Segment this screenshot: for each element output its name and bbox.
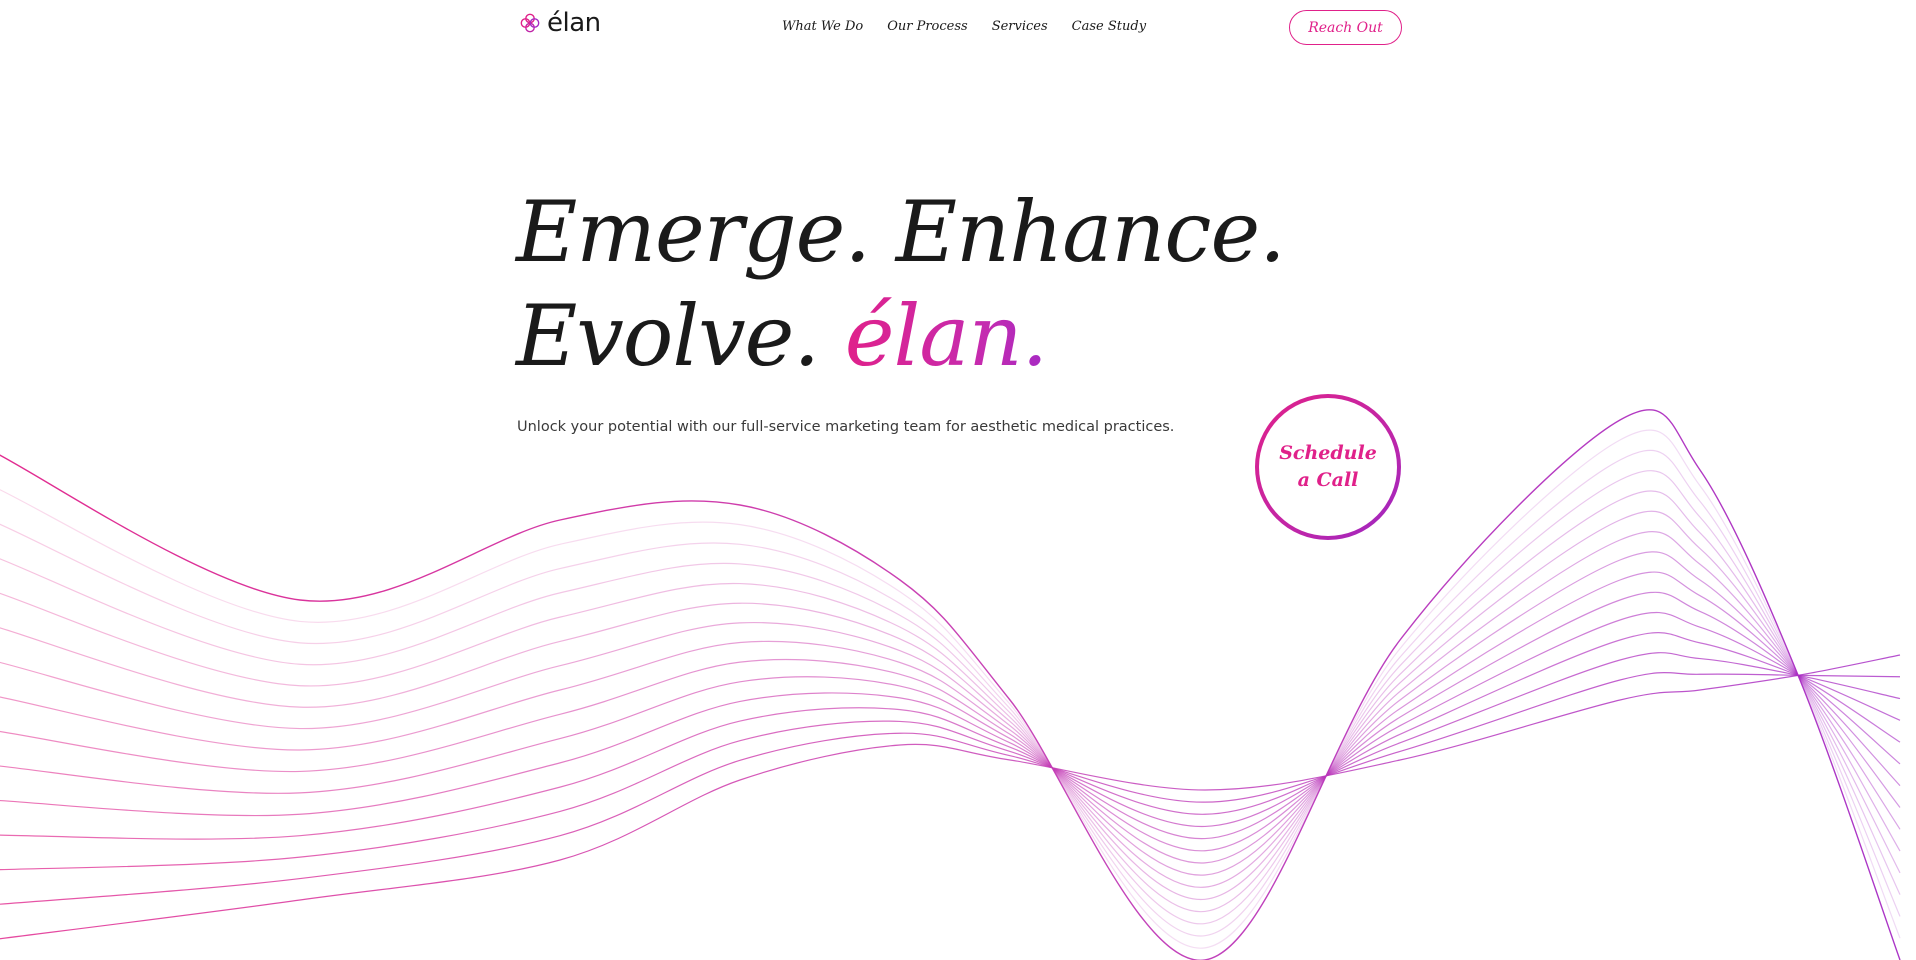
wave-line bbox=[0, 429, 1901, 949]
logo[interactable]: élan bbox=[519, 10, 601, 36]
nav-item-case-study[interactable]: Case Study bbox=[1072, 19, 1146, 34]
nav-item-what-we-do[interactable]: What We Do bbox=[782, 19, 863, 34]
decorative-wave-lines bbox=[0, 409, 1901, 960]
schedule-call-label: Schedule a Call bbox=[1279, 442, 1377, 491]
hero-title-brand: élan. bbox=[844, 287, 1048, 385]
nav-item-our-process[interactable]: Our Process bbox=[887, 19, 967, 34]
schedule-call-inner: Schedule a Call bbox=[1259, 398, 1397, 536]
wave-line bbox=[0, 591, 1901, 852]
hero-subtitle: Unlock your potential with our full-serv… bbox=[517, 419, 1175, 435]
schedule-call-button[interactable]: Schedule a Call bbox=[1255, 394, 1401, 540]
wave-line bbox=[0, 490, 1901, 913]
landing-page: élan What We Do Our Process Services Cas… bbox=[0, 0, 1916, 960]
site-header: élan What We Do Our Process Services Cas… bbox=[0, 0, 1916, 56]
main-nav: What We Do Our Process Services Case Stu… bbox=[782, 19, 1146, 34]
logo-text: élan bbox=[547, 8, 601, 38]
wave-line bbox=[0, 449, 1901, 937]
wave-line bbox=[0, 530, 1901, 888]
nav-item-services[interactable]: Services bbox=[992, 19, 1048, 34]
wave-line bbox=[0, 611, 1901, 840]
hero-title-line2: Evolve. bbox=[516, 287, 820, 385]
wave-line bbox=[0, 654, 1901, 940]
hero-title-line1: Emerge. Enhance. bbox=[516, 183, 1286, 281]
hero-title: Emerge. Enhance. Evolve. élan. bbox=[516, 180, 1286, 388]
flower-logo-icon bbox=[520, 13, 540, 33]
wave-line bbox=[0, 672, 1901, 905]
wave-line bbox=[0, 632, 1901, 840]
reach-out-button[interactable]: Reach Out bbox=[1289, 10, 1402, 45]
wave-line bbox=[0, 510, 1901, 900]
wave-line bbox=[0, 470, 1901, 925]
wave-line bbox=[0, 409, 1901, 960]
wave-line bbox=[0, 652, 1901, 871]
wave-line bbox=[0, 571, 1901, 864]
wave-line bbox=[0, 551, 1901, 876]
